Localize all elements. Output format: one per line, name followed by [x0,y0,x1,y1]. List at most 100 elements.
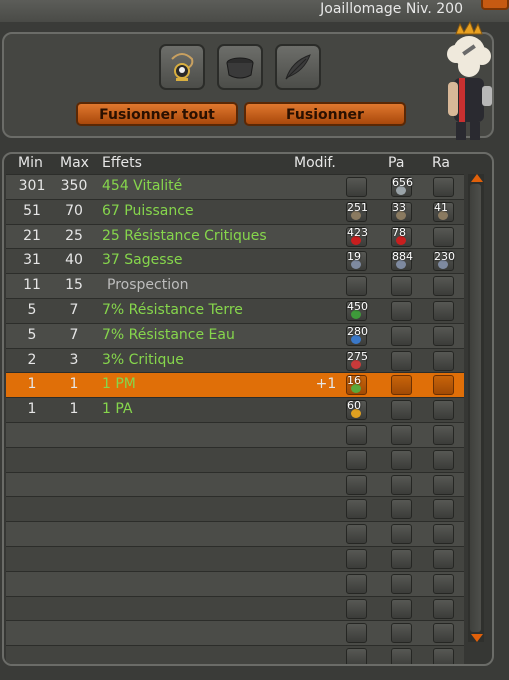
item-slot-amulet[interactable] [159,44,205,90]
rune-slot-ra[interactable] [433,226,454,247]
empty-table-row[interactable] [6,421,464,447]
rune-slot-ra[interactable] [433,375,454,396]
empty-table-row[interactable] [6,645,464,664]
rune-slot-pa[interactable]: 656 [391,177,413,197]
rune-slot-pa[interactable] [391,474,412,495]
rune-slot-ra[interactable] [433,350,454,371]
rune-slot-pa[interactable] [391,375,412,396]
close-button[interactable] [481,0,509,10]
rune-slot-ra[interactable] [433,177,454,197]
cell-min: 2 [27,351,37,368]
rune-slot-pa[interactable] [391,524,412,545]
rune-slot-ba[interactable] [346,598,367,619]
rune-slot-ba[interactable] [346,276,367,297]
rune-slot-pa[interactable]: 78 [391,226,412,247]
rune-slot-ba[interactable] [346,474,367,495]
rune-slot-ra[interactable] [433,573,454,594]
basket-icon [226,57,254,79]
rune-slot-pa[interactable] [391,449,412,470]
scrollbar-track[interactable] [470,184,481,632]
table-row[interactable]: 31 40 37 Sagesse 19 884 230 [6,248,464,274]
rune-slot-ba[interactable] [346,648,367,664]
rune-slot-ra[interactable] [433,623,454,644]
rune-slot-pa[interactable] [391,598,412,619]
rune-slot-ba[interactable]: 280 [346,325,368,346]
empty-table-row[interactable] [6,521,464,546]
table-row[interactable]: 21 25 25 Résistance Critiques 423 78 [6,223,464,249]
scroll-down-arrow-icon[interactable] [471,634,483,642]
rune-slot-ba[interactable]: 60 [346,400,367,421]
rune-slot-ba[interactable] [346,424,367,445]
table-row[interactable]: 301 350 454 Vitalité 656 [6,174,464,199]
table-row[interactable]: 1 1 1 PA 60 [6,397,464,422]
table-row[interactable]: 2 3 3% Critique 275 [6,347,464,373]
rune-slot-ra[interactable] [433,499,454,520]
empty-table-row[interactable] [6,620,464,646]
rune-slot-pa[interactable] [391,350,412,371]
cell-min: 11 [23,277,41,294]
empty-table-row[interactable] [6,471,464,497]
table-row[interactable]: 5 7 7% Résistance Terre 450 [6,297,464,323]
rune-slot-ba[interactable]: 275 [346,349,368,371]
rune-slot-ba[interactable] [346,573,367,594]
item-slot-rune-basket[interactable] [217,44,263,90]
item-slot-feather[interactable] [275,44,321,90]
merge-button[interactable]: Fusionner [244,102,406,126]
rune-slot-ra[interactable] [433,474,454,495]
rune-slot-pa[interactable] [391,573,412,594]
rune-slot-pa[interactable] [391,424,412,445]
rune-slot-ba[interactable] [346,524,367,545]
rune-count: 275 [347,349,368,363]
rune-slot-pa[interactable] [391,499,412,520]
cell-min: 51 [23,202,41,219]
cell-effect: 1 PA [102,401,133,418]
scrollbar[interactable] [468,174,484,642]
rune-slot-ra[interactable] [433,648,454,664]
rune-slot-ra[interactable] [433,325,454,346]
rune-slot-ba[interactable] [346,499,367,520]
rune-slot-ba[interactable]: 19 [346,251,367,272]
rune-slot-ra[interactable] [433,449,454,470]
rune-slot-ba[interactable] [346,449,367,470]
cell-max: 25 [65,227,83,244]
rune-slot-pa[interactable] [391,548,412,569]
table-row[interactable]: 5 7 7% Résistance Eau 280 [6,322,464,348]
scroll-up-arrow-icon[interactable] [471,174,483,182]
rune-slot-pa[interactable] [391,648,412,664]
table-header: Min Max Effets Modif. Pa Ra [4,154,492,174]
rune-slot-pa[interactable] [391,276,412,297]
rune-count: 251 [347,200,368,214]
rune-slot-ra[interactable] [433,548,454,569]
merge-all-button[interactable]: Fusionner tout [76,102,238,126]
rune-slot-pa[interactable] [391,400,412,421]
rune-slot-ra[interactable] [433,400,454,421]
header-ra: Ra [432,155,450,171]
rune-slot-ba[interactable]: 16 [346,375,367,396]
rune-slot-ba[interactable]: 251 [346,200,368,222]
rune-slot-ba[interactable] [346,623,367,644]
table-row[interactable]: 1 1 1 PM +1 16 [6,372,464,398]
rune-slot-pa[interactable] [391,623,412,644]
rune-slot-ba[interactable]: 450 [346,300,368,321]
rune-slot-ra[interactable] [433,524,454,545]
table-row[interactable]: 11 15 Prospection [6,273,464,298]
rune-slot-ra[interactable] [433,424,454,445]
rune-slot-pa[interactable]: 33 [391,201,412,222]
rune-slot-ra[interactable] [433,598,454,619]
empty-table-row[interactable] [6,595,464,621]
rune-slot-ba[interactable] [346,177,367,197]
rune-slot-ra[interactable] [433,300,454,321]
rune-slot-pa[interactable] [391,300,412,321]
rune-slot-ra[interactable] [433,276,454,297]
rune-slot-ba[interactable] [346,548,367,569]
empty-table-row[interactable] [6,545,464,571]
empty-table-row[interactable] [6,496,464,522]
table-row[interactable]: 51 70 67 Puissance 251 33 41 [6,198,464,224]
rune-slot-ra[interactable]: 41 [433,201,454,222]
empty-table-row[interactable] [6,570,464,596]
rune-slot-pa[interactable]: 884 [391,251,413,272]
rune-slot-pa[interactable] [391,325,412,346]
rune-slot-ra[interactable]: 230 [433,251,455,272]
empty-table-row[interactable] [6,446,464,472]
rune-slot-ba[interactable]: 423 [346,226,368,247]
